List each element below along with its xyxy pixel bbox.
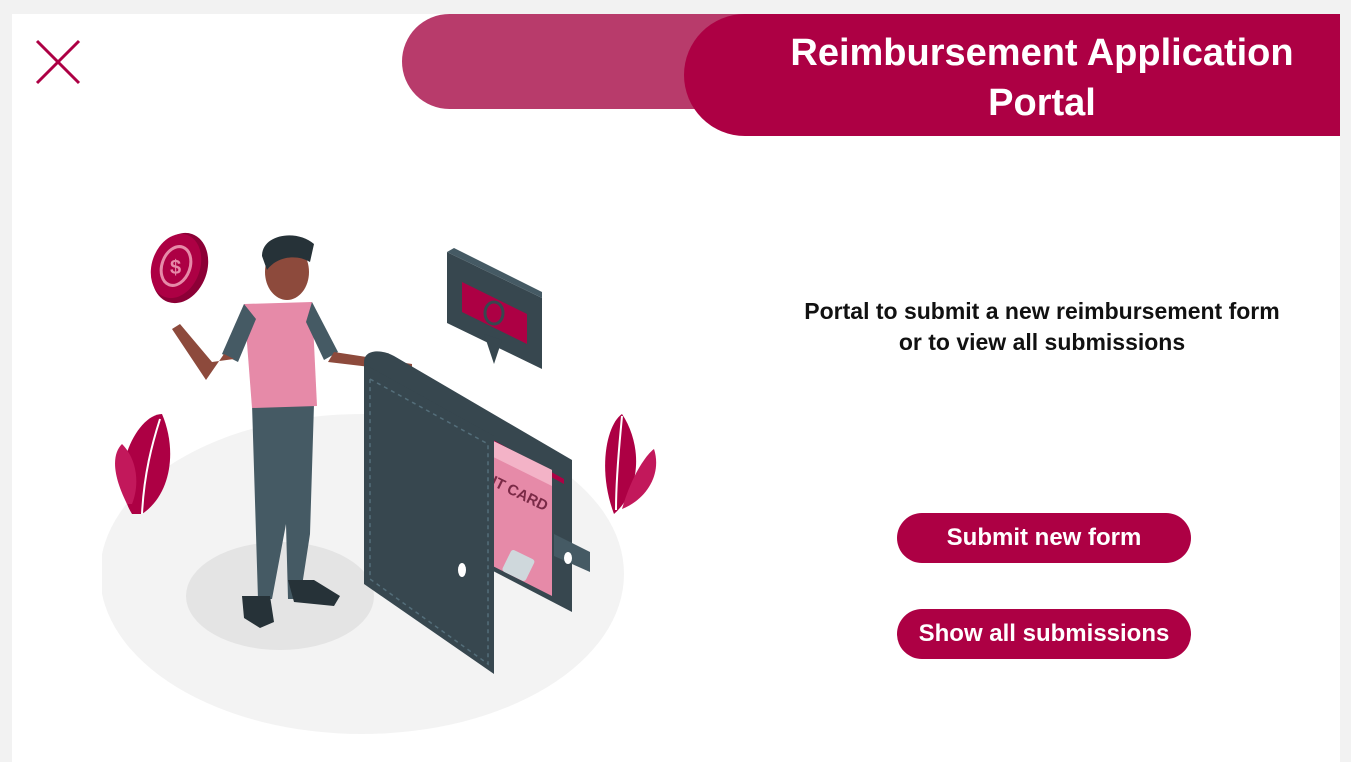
portal-screen: Reimbursement Application Portal $ CREDI… — [12, 14, 1340, 762]
portal-description: Portal to submit a new reimbursement for… — [772, 296, 1312, 358]
show-all-submissions-button[interactable]: Show all submissions — [897, 609, 1191, 659]
page-title-line1: Reimbursement Application — [790, 32, 1294, 74]
description-line1: Portal to submit a new reimbursement for… — [804, 298, 1280, 324]
coin-icon: $ — [150, 232, 209, 304]
close-icon[interactable] — [34, 38, 84, 88]
wallet-illustration: $ CREDIT CARD — [100, 204, 662, 744]
page-title-line2: Portal — [988, 82, 1096, 124]
page-title: Reimbursement Application Portal — [742, 28, 1340, 128]
description-line2: or to view all submissions — [898, 329, 1186, 355]
plant-right-icon — [605, 414, 657, 514]
submit-new-form-button[interactable]: Submit new form — [897, 513, 1191, 563]
coin-symbol: $ — [170, 257, 181, 279]
money-bubble-icon — [447, 248, 542, 369]
